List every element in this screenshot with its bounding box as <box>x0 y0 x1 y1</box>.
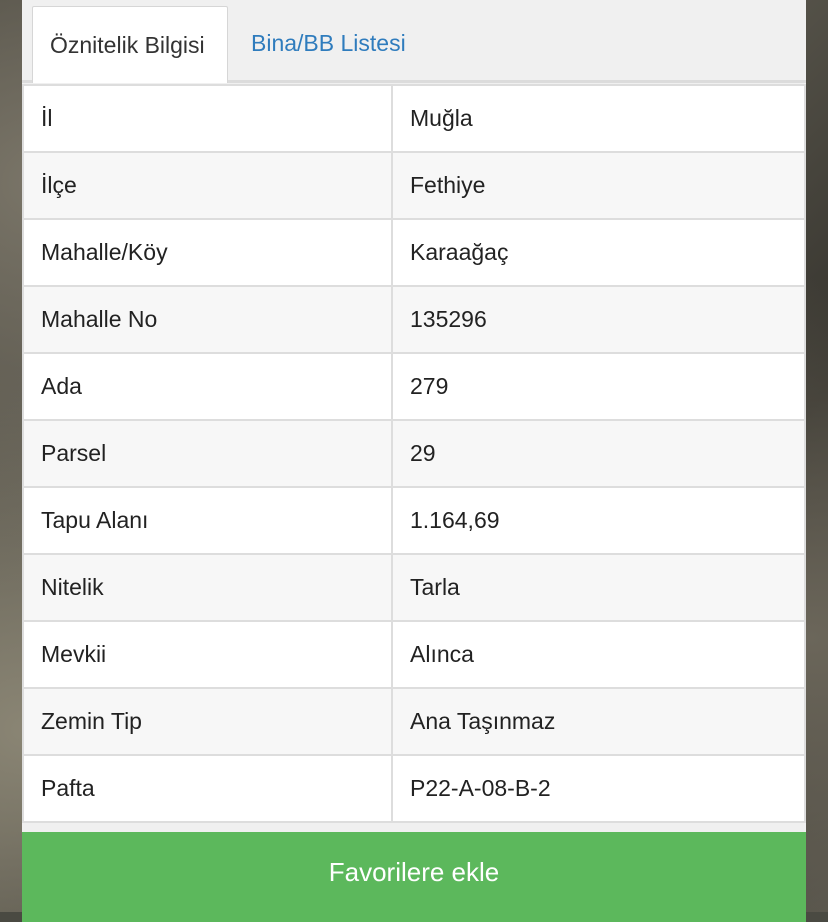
row-key: İl <box>22 84 393 153</box>
tab-building-list[interactable]: Bina/BB Listesi <box>234 6 423 80</box>
row-value: Karaağaç <box>391 218 806 287</box>
row-value: 1.164,69 <box>391 486 806 555</box>
row-value: Alınca <box>391 620 806 689</box>
row-key: Mevkii <box>22 620 393 689</box>
add-to-favorites-button[interactable]: Favorilere ekle <box>22 832 806 922</box>
parcel-info-panel: Öznitelik Bilgisi Bina/BB Listesi İl Muğl… <box>22 0 806 922</box>
row-key: Tapu Alanı <box>22 486 393 555</box>
row-value: Muğla <box>391 84 806 153</box>
row-value: Tarla <box>391 553 806 622</box>
table-row: Mahalle No 135296 <box>22 285 806 354</box>
row-value: P22-A-08-B-2 <box>391 754 806 823</box>
table-row: İl Muğla <box>22 84 806 153</box>
row-key: Mahalle No <box>22 285 393 354</box>
table-row: Nitelik Tarla <box>22 553 806 622</box>
tab-attribute-info[interactable]: Öznitelik Bilgisi <box>32 6 228 83</box>
attribute-table: İl Muğla İlçe Fethiye Mahalle/Köy Karaağaç … <box>22 84 806 823</box>
table-row: Zemin Tip Ana Taşınmaz <box>22 687 806 756</box>
table-row: Mevkii Alınca <box>22 620 806 689</box>
table-row: Mahalle/Köy Karaağaç <box>22 218 806 287</box>
table-row: İlçe Fethiye <box>22 151 806 220</box>
row-key: Nitelik <box>22 553 393 622</box>
row-key: Ada <box>22 352 393 421</box>
row-value: 279 <box>391 352 806 421</box>
row-value: Ana Taşınmaz <box>391 687 806 756</box>
row-key: Parsel <box>22 419 393 488</box>
row-key: İlçe <box>22 151 393 220</box>
row-value: 29 <box>391 419 806 488</box>
tab-bar: Öznitelik Bilgisi Bina/BB Listesi <box>22 0 806 83</box>
row-key: Mahalle/Köy <box>22 218 393 287</box>
row-key: Zemin Tip <box>22 687 393 756</box>
row-value: Fethiye <box>391 151 806 220</box>
table-row: Pafta P22-A-08-B-2 <box>22 754 806 823</box>
table-row: Parsel 29 <box>22 419 806 488</box>
table-row: Ada 279 <box>22 352 806 421</box>
row-value: 135296 <box>391 285 806 354</box>
row-key: Pafta <box>22 754 393 823</box>
table-row: Tapu Alanı 1.164,69 <box>22 486 806 555</box>
